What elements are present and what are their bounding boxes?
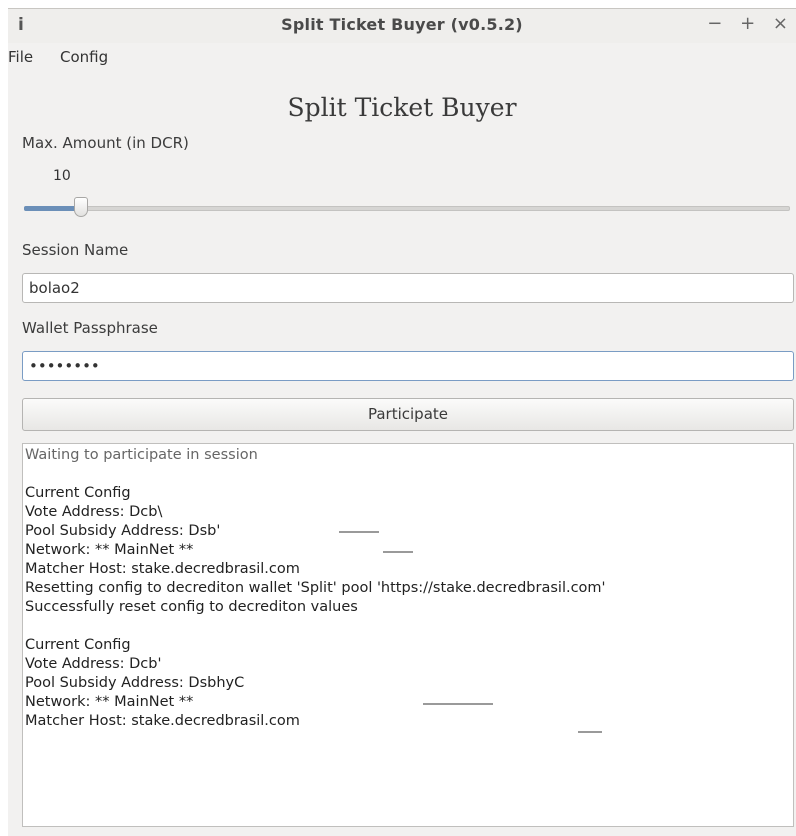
log-line: Vote Address: Dcb'	[25, 656, 162, 672]
log-line: Network: ** MainNet **	[25, 694, 194, 710]
redaction-mark	[423, 703, 493, 705]
wallet-passphrase-label: Wallet Passphrase	[22, 319, 158, 337]
log-line: Current Config	[25, 637, 131, 653]
max-amount-slider-fill	[24, 206, 82, 211]
window-title: Split Ticket Buyer (v0.5.2)	[281, 15, 523, 34]
log-output[interactable]: Waiting to participate in session Curren…	[22, 443, 794, 827]
log-line: Waiting to participate in session	[25, 447, 258, 463]
max-amount-label: Max. Amount (in DCR)	[22, 134, 189, 152]
maximize-icon[interactable]: +	[740, 13, 755, 34]
menu-bar: File Config	[8, 45, 796, 71]
redaction-mark	[339, 531, 379, 533]
menu-file[interactable]: File	[8, 48, 33, 66]
log-line: Resetting config to decrediton wallet 'S…	[25, 580, 606, 596]
redaction-mark	[383, 551, 413, 553]
participate-button[interactable]: Participate	[22, 398, 794, 431]
log-line: Successfully reset config to decrediton …	[25, 599, 358, 615]
menu-config[interactable]: Config	[60, 48, 108, 66]
max-amount-slider-handle[interactable]	[74, 197, 89, 217]
max-amount-value: 10	[53, 168, 71, 184]
log-line: Pool Subsidy Address: DsbhyC	[25, 675, 245, 691]
log-line: Matcher Host: stake.decredbrasil.com	[25, 713, 300, 729]
max-amount-slider-track[interactable]	[24, 206, 790, 211]
log-line: Vote Address: Dcb\	[25, 504, 163, 520]
title-bar[interactable]: i Split Ticket Buyer (v0.5.2) − + ×	[8, 9, 796, 43]
minimize-icon[interactable]: −	[707, 13, 722, 34]
session-name-label: Session Name	[22, 241, 129, 259]
log-line: Matcher Host: stake.decredbrasil.com	[25, 561, 300, 577]
wallet-passphrase-input[interactable]	[22, 351, 794, 381]
redaction-mark	[578, 731, 602, 733]
session-name-input[interactable]	[22, 273, 794, 303]
app-window: i Split Ticket Buyer (v0.5.2) − + × File…	[8, 8, 796, 836]
log-line: Pool Subsidy Address: Dsb'	[25, 523, 221, 539]
page-title: Split Ticket Buyer	[287, 93, 517, 122]
window-controls: − + ×	[695, 13, 788, 34]
log-line: Current Config	[25, 485, 131, 501]
close-icon[interactable]: ×	[773, 13, 788, 34]
